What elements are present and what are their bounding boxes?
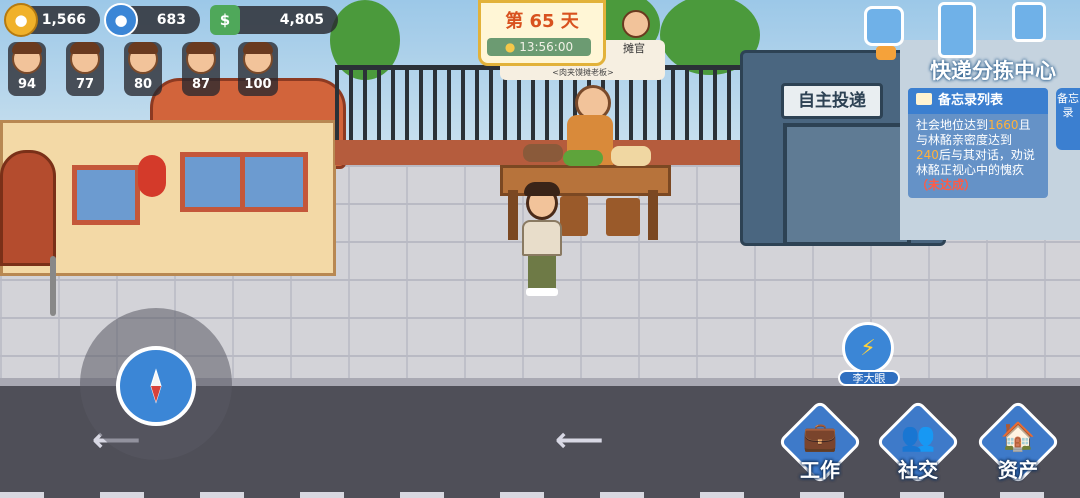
reputation-counter[interactable]: ● 683 [104,3,200,37]
shophouse-building [0,40,350,276]
relationship-slot[interactable]: 87 [182,42,220,96]
memo-header: 备忘录列表 [908,88,1048,114]
game-clock: ● 13:56:00 [487,38,591,56]
character-portrait-icon [243,42,273,74]
social-button-label: 社交 [898,458,938,482]
red-lantern-icon [138,155,166,197]
memo-side-tab[interactable]: 备忘录 [1056,88,1080,150]
assets-button-label: 资产 [998,458,1038,482]
building-window [240,152,308,212]
chat-bubble-icon[interactable] [876,46,896,60]
self-delivery-sign: 自主投递 [781,83,883,119]
character-portrait-icon [186,42,216,74]
work-button-label: 工作 [800,458,840,482]
memo-entry[interactable]: 社会地位达到1660且 与林酩亲密度达到 240后与其对话，劝说 林酩正视心中的… [916,118,1044,193]
relationship-value: 94 [17,77,37,92]
day-counter: 第 65 天 [505,11,579,32]
memo-title: 备忘录列表 [938,93,1004,108]
character-portrait-icon [128,42,158,74]
gold-coin-icon: ● [4,3,38,37]
stall-leg [508,190,518,240]
stall-sign: <肉夹馍摊老板> [552,68,614,77]
li-da-yan-skill-button[interactable]: ⚡ 李大眼 [838,322,900,388]
relationship-value: 80 [133,77,153,92]
book-icon [916,93,932,105]
relationship-slot[interactable]: 80 [124,42,162,96]
clock-icon: ● [504,40,516,54]
ranking-icon[interactable] [1012,2,1046,42]
vendor-portrait-icon [622,10,650,38]
lightning-tap-icon: ⚡ [842,322,894,374]
people-icon: 👥 [900,420,936,453]
vendor-badge-label: 摊官 [623,42,645,55]
relationship-slot[interactable]: 100 [238,42,278,96]
cash-value: 4,805 [279,12,324,28]
memo-panel[interactable]: 备忘录列表 社会地位达到1660且 与林酩亲密度达到 240后与其对话，劝说 林… [908,88,1048,198]
building-window [72,165,140,225]
relationship-slot[interactable]: 77 [66,42,104,96]
map-icon[interactable] [864,6,904,46]
cash-counter[interactable]: $ 4,805 [210,5,338,35]
house-icon: 🏠 [1000,420,1036,453]
assets-button[interactable]: 🏠 资产 [975,399,1061,494]
character-profile-icon[interactable] [938,2,976,58]
relationship-value: 100 [244,77,272,92]
reputation-value: 683 [156,12,186,28]
building-door [0,150,56,266]
character-portrait-icon [70,42,100,74]
cash-stack-icon: $ [210,5,240,35]
skill-label: 李大眼 [838,370,900,386]
briefcase-icon: 💼 [802,420,838,453]
relationship-value: 87 [191,77,211,92]
gold-coin-value: 1,566 [41,12,86,28]
reputation-person-icon: ● [104,3,138,37]
relationship-slot[interactable]: 94 [8,42,46,96]
building-window [180,152,248,212]
joystick-knob[interactable] [116,346,196,426]
social-button[interactable]: 👥 社交 [875,399,961,494]
compass-needle-icon [150,368,162,404]
express-center-sign: 快递分拣中心 [930,59,1056,83]
stall-vendor-badge[interactable]: 摊官 [614,6,654,56]
relationship-value: 77 [75,77,95,92]
side-drag-handle[interactable] [50,256,56,316]
memo-status: （未达成） [916,178,977,192]
player-character [518,182,566,298]
gold-coin-counter[interactable]: ● 1,566 [4,3,100,37]
stool [606,198,640,236]
stall-leg [648,190,658,240]
character-portrait-icon [12,42,42,74]
kiosk-door [783,123,911,246]
day-panel[interactable]: 第 65 天 ● 13:56:00 [478,0,606,66]
work-button[interactable]: 💼 工作 [777,399,863,494]
road-arrow-icon: ⟵ [555,420,604,460]
